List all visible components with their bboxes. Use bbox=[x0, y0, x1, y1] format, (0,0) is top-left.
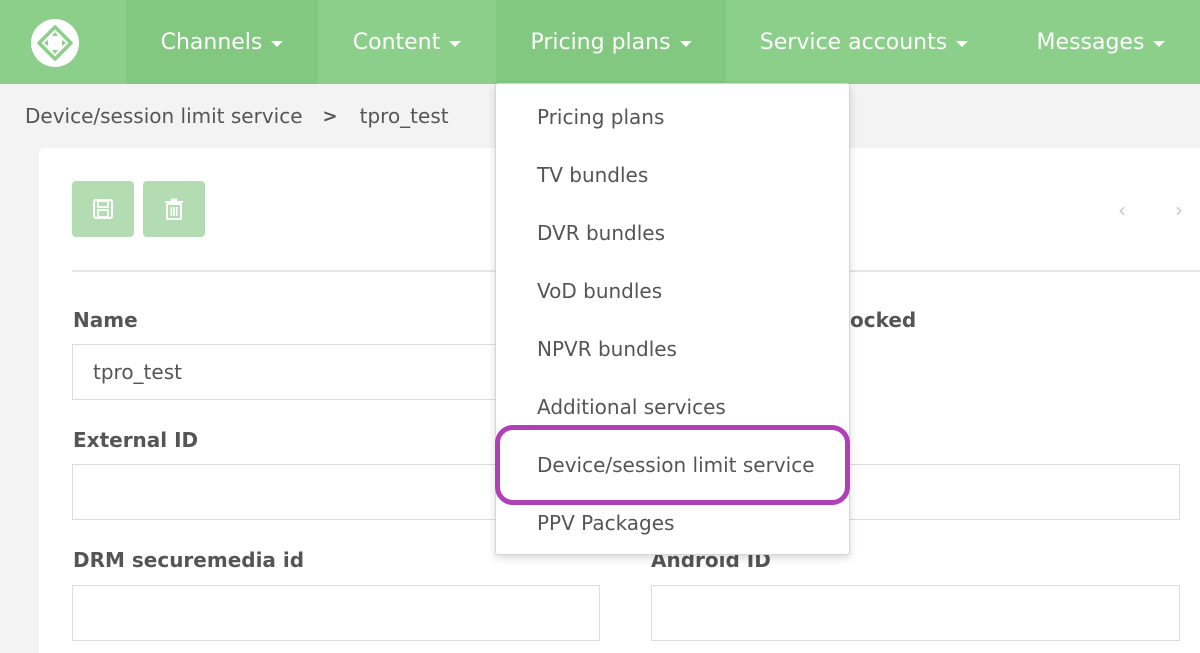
android-id-input[interactable] bbox=[651, 585, 1180, 641]
menu-item-dvr-bundles[interactable]: DVR bundles bbox=[537, 218, 665, 248]
delete-button[interactable] bbox=[143, 181, 205, 237]
breadcrumb: Device/session limit service > tpro_test bbox=[25, 102, 449, 130]
nav-content-label: Content bbox=[352, 29, 441, 55]
drm-securemedia-id-label: DRM securemedia id bbox=[73, 548, 305, 572]
nav-messages-label: Messages bbox=[1036, 29, 1145, 55]
breadcrumb-current: tpro_test bbox=[359, 104, 449, 128]
caret-down-icon bbox=[1153, 40, 1166, 47]
menu-item-device-session-limit-service[interactable]: Device/session limit service bbox=[537, 450, 815, 480]
next-record-button[interactable]: › bbox=[1175, 198, 1183, 222]
caret-down-icon bbox=[956, 40, 969, 47]
caret-down-icon bbox=[271, 40, 284, 47]
menu-item-ppv-packages[interactable]: PPV Packages bbox=[537, 508, 674, 538]
caret-down-icon bbox=[449, 40, 462, 47]
pricing-plans-dropdown: Pricing plans TV bundles DVR bundles VoD… bbox=[495, 83, 850, 555]
nav-messages[interactable]: Messages bbox=[1002, 0, 1200, 84]
save-icon bbox=[93, 199, 113, 219]
menu-item-npvr-bundles[interactable]: NPVR bundles bbox=[537, 334, 677, 364]
logo-icon[interactable] bbox=[30, 18, 80, 68]
right-column-input[interactable] bbox=[840, 464, 1180, 520]
menu-item-vod-bundles[interactable]: VoD bundles bbox=[537, 276, 662, 306]
external-id-input[interactable] bbox=[72, 464, 522, 520]
name-label: Name bbox=[73, 308, 138, 332]
nav-service-accounts[interactable]: Service accounts bbox=[726, 0, 1002, 84]
trash-icon bbox=[165, 198, 183, 220]
save-button[interactable] bbox=[72, 181, 134, 237]
menu-item-additional-services[interactable]: Additional services bbox=[537, 392, 726, 422]
name-input[interactable] bbox=[72, 344, 522, 400]
nav-pricing-plans[interactable]: Pricing plans bbox=[496, 0, 726, 84]
nav-channels[interactable]: Channels bbox=[126, 0, 318, 84]
external-id-label: External ID bbox=[73, 428, 199, 452]
menu-item-tv-bundles[interactable]: TV bundles bbox=[537, 160, 648, 190]
top-navbar: Channels Content Pricing plans Service a… bbox=[0, 0, 1200, 84]
drm-securemedia-id-input[interactable] bbox=[72, 585, 600, 641]
nav-pricing-plans-label: Pricing plans bbox=[530, 29, 671, 55]
blocked-label: ocked bbox=[850, 308, 917, 332]
breadcrumb-separator: > bbox=[322, 105, 338, 127]
caret-down-icon bbox=[679, 40, 692, 47]
menu-item-pricing-plans[interactable]: Pricing plans bbox=[537, 102, 664, 132]
nav-service-accounts-label: Service accounts bbox=[759, 29, 948, 55]
breadcrumb-parent-link[interactable]: Device/session limit service bbox=[25, 104, 303, 128]
prev-record-button[interactable]: ‹ bbox=[1118, 198, 1126, 222]
nav-channels-label: Channels bbox=[160, 29, 263, 55]
nav-content[interactable]: Content bbox=[318, 0, 496, 84]
